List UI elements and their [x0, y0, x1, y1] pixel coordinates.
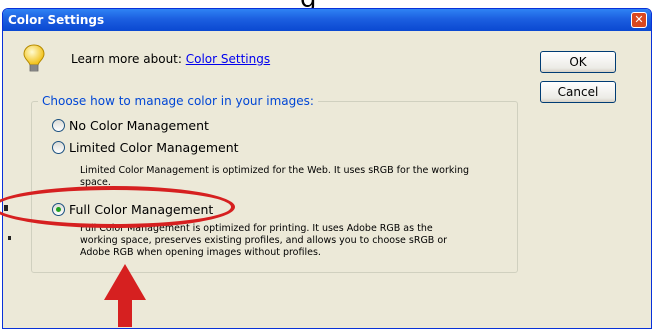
radio-label: Limited Color Management [69, 140, 239, 155]
ok-button[interactable]: OK [540, 51, 616, 73]
learn-more-label: Learn more about: Color Settings [71, 52, 270, 66]
group-legend: Choose how to manage color in your image… [38, 94, 318, 108]
lightbulb-icon [23, 44, 45, 72]
radio-label: No Color Management [69, 118, 209, 133]
description-line: working space, preserves existing profil… [80, 235, 448, 246]
learn-more-text: Learn more about: [71, 52, 186, 66]
dialog-titlebar[interactable]: Color Settings [3, 9, 651, 31]
description-line: Adobe RGB when opening images without pr… [80, 247, 321, 258]
annotation-arrow-icon [104, 264, 146, 327]
close-button[interactable]: ✕ [631, 12, 647, 28]
edge-mark [8, 236, 11, 240]
dialog-title: Color Settings [8, 13, 105, 27]
full-description: Full Color Management is optimized for p… [80, 223, 490, 259]
radio-button[interactable] [52, 119, 65, 132]
radio-button[interactable] [52, 141, 65, 154]
annotation-ellipse [0, 186, 235, 228]
color-settings-link[interactable]: Color Settings [186, 52, 270, 66]
cancel-button[interactable]: Cancel [540, 81, 616, 103]
limited-description: Limited Color Management is optimized fo… [80, 165, 470, 188]
